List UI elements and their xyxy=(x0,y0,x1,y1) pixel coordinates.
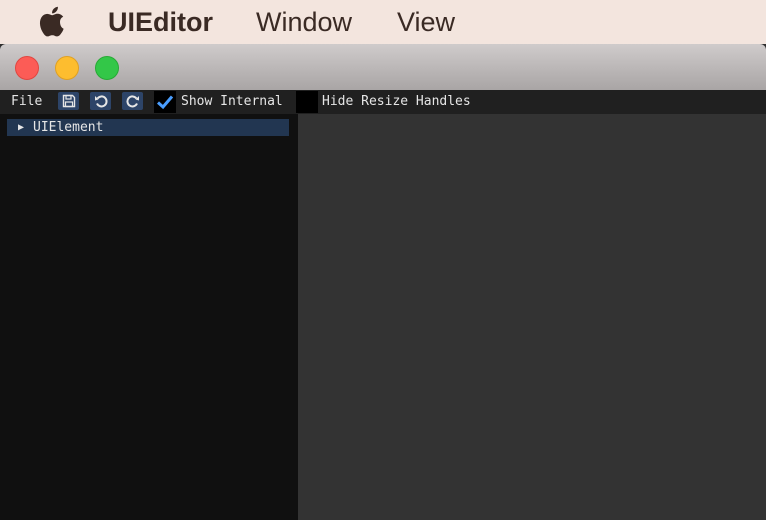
hide-resize-handles-label[interactable]: Hide Resize Handles xyxy=(322,94,471,109)
menu-window[interactable]: Window xyxy=(256,6,352,38)
hide-resize-handles-checkbox[interactable] xyxy=(296,91,318,113)
file-menu[interactable]: File xyxy=(11,94,42,109)
menu-view[interactable]: View xyxy=(397,6,455,38)
redo-button[interactable] xyxy=(122,92,143,110)
show-internal-checkbox[interactable] xyxy=(154,91,176,113)
app-window: File Show Internal Hide Resize Handles ▶… xyxy=(0,44,766,520)
show-internal-label[interactable]: Show Internal xyxy=(181,94,283,109)
save-button[interactable] xyxy=(58,92,79,110)
undo-button[interactable] xyxy=(90,92,111,110)
apple-logo-icon[interactable] xyxy=(38,4,70,38)
macos-menu-bar: UIEditor Window View xyxy=(0,0,766,44)
canvas-panel[interactable] xyxy=(298,114,766,520)
minimize-window-button[interactable] xyxy=(55,56,79,80)
tree-item-uielement[interactable]: ▶ UIElement xyxy=(7,119,289,136)
tree-item-label: UIElement xyxy=(33,120,104,135)
expand-arrow-icon[interactable]: ▶ xyxy=(18,119,24,136)
undo-icon xyxy=(94,95,108,108)
zoom-window-button[interactable] xyxy=(95,56,119,80)
hierarchy-panel: ▶ UIElement xyxy=(0,114,298,520)
menu-app-name[interactable]: UIEditor xyxy=(108,6,213,38)
window-titlebar[interactable] xyxy=(0,44,766,90)
checkmark-icon xyxy=(156,95,174,110)
redo-icon xyxy=(125,95,139,108)
toolbar: File Show Internal Hide Resize Handles xyxy=(0,90,766,114)
close-window-button[interactable] xyxy=(15,56,39,80)
save-icon xyxy=(62,94,75,108)
